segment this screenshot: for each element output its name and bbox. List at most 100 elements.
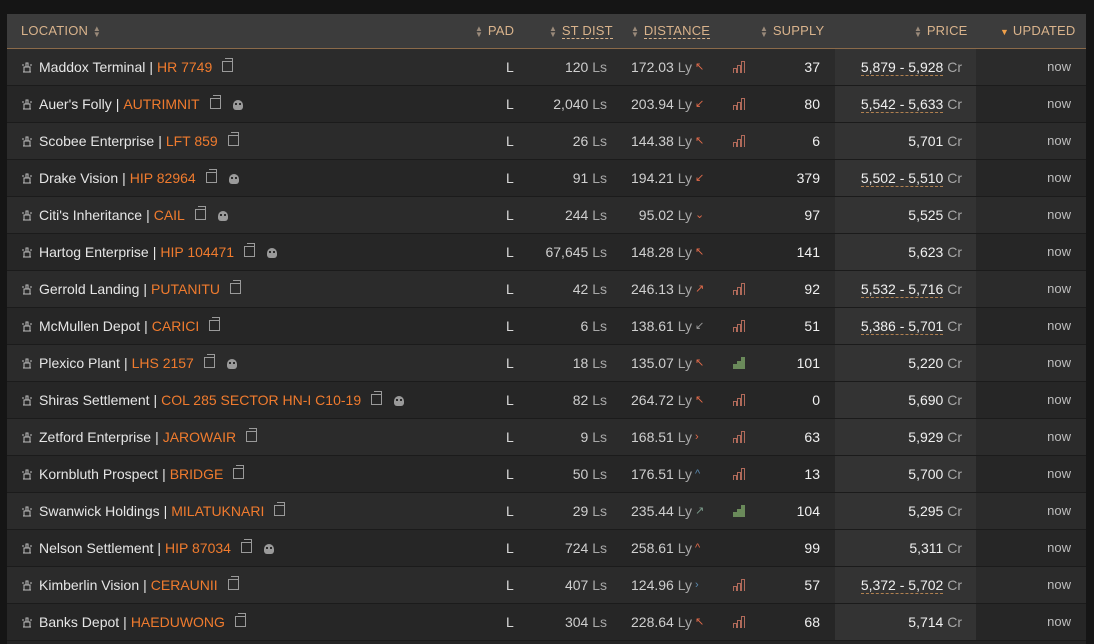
system-name-link[interactable]: LHS 2157 [132,355,194,371]
system-name-link[interactable]: CARICI [152,318,199,334]
col-header-price[interactable]: ▲ ▼ PRICE [913,14,968,48]
table-row[interactable]: Zetford Enterprise | JAROWAIR L 9 Ls 168.5… [7,419,1086,456]
table-row[interactable]: Banks Depot | HAEDUWONG L 304 Ls 228.64 Ly… [7,604,1086,641]
station-name-link[interactable]: Zetford Enterprise [39,429,151,445]
table-row[interactable]: Kornbluth Prospect | BRIDGE L 50 Ls 176.51… [7,456,1086,493]
station-name-link[interactable]: Drake Vision [39,170,118,186]
station-name-link[interactable]: Auer's Folly [39,96,112,112]
st-dist-value: 91 [572,170,589,186]
station-name-link[interactable]: Nelson Settlement [39,540,153,556]
copy-icon[interactable] [240,539,252,553]
system-name-link[interactable]: JAROWAIR [163,429,236,445]
col-header-updated[interactable]: ▼ UPDATED [1000,14,1075,48]
station-name-link[interactable]: Banks Depot [39,614,119,630]
system-name-link[interactable]: CAIL [154,207,185,223]
station-name-link[interactable]: Swanwick Holdings [39,503,160,519]
unit-ly: Ly [677,207,692,223]
system-name-link[interactable]: HAEDUWONG [131,614,225,630]
system-name-link[interactable]: CERAUNII [151,577,218,593]
copy-icon[interactable] [209,317,221,331]
sort-desc-icon: ▼ [1000,27,1010,37]
system-name-link[interactable]: COL 285 SECTOR HN-I C10-19 [161,392,361,408]
station-name-link[interactable]: Citi's Inheritance [39,207,142,223]
price-cell: 5,311 Cr [835,530,976,566]
system-name-link[interactable]: MILATUKNARI [171,503,264,519]
copy-icon[interactable] [244,243,256,257]
demand-bar-icon [733,604,745,640]
copy-icon[interactable] [203,354,215,368]
table-row[interactable]: Kimberlin Vision | CERAUNII L 407 Ls 124.9… [7,567,1086,604]
copy-icon[interactable] [227,132,239,146]
col-header-pad[interactable]: ▲ ▼ PAD [474,14,514,48]
copy-icon[interactable] [194,206,206,220]
copy-icon[interactable] [209,95,221,109]
table-row[interactable]: Nelson Settlement | HIP 87034 L 724 Ls 258… [7,530,1086,567]
station-name-link[interactable]: Hartog Enterprise [39,244,149,260]
separator: | [149,59,153,75]
location-cell: Gerrold Landing | PUTANITU [21,271,242,307]
table-row[interactable]: Drake Vision | HIP 82964 L 91 Ls 194.21 Ly… [7,160,1086,197]
direction-arrow-icon: ↖ [695,616,705,628]
system-name-link[interactable]: HIP 82964 [130,170,196,186]
separator: | [152,244,157,260]
system-name-link[interactable]: LFT 859 [166,133,218,149]
col-header-supply[interactable]: ▲ ▼ SUPPLY [759,14,824,48]
updated-value: now [1047,577,1071,592]
table-row[interactable]: Auer's Folly | AUTRIMNIT L 2,040 Ls 203.94… [7,86,1086,123]
copy-icon[interactable] [234,613,246,627]
col-header-st-dist[interactable]: ▲ ▼ ST DIST [548,14,613,48]
system-name-link[interactable]: PUTANITU [151,281,220,297]
system-name-link[interactable]: HIP 87034 [165,540,231,556]
table-row[interactable]: Scobee Enterprise | LFT 859 L 26 Ls 144.38… [7,123,1086,160]
location-cell: Banks Depot | HAEDUWONG [21,604,246,640]
col-header-distance[interactable]: ▲ ▼ DISTANCE [630,14,711,48]
copy-icon[interactable] [227,576,239,590]
copy-icon[interactable] [371,391,383,405]
table-row[interactable]: Maddox Terminal | HR 7749 L 120 Ls 172.03 … [7,49,1086,86]
copy-icon[interactable] [233,465,245,479]
table-row[interactable]: Shiras Settlement | COL 285 SECTOR HN-I C1… [7,382,1086,419]
station-icon [22,99,32,110]
station-icon [22,580,32,591]
supply-value: 104 [796,503,820,519]
station-icon [22,617,32,628]
station-name-link[interactable]: Plexico Plant [39,355,120,371]
supply-value: 57 [804,577,820,593]
station-name-link[interactable]: Gerrold Landing [39,281,139,297]
system-name-link[interactable]: BRIDGE [170,466,224,482]
table-row[interactable]: Gerrold Landing | PUTANITU L 42 Ls 246.13 … [7,271,1086,308]
distance-value: 258.61 [631,540,674,556]
supply-value: 101 [796,355,820,371]
system-name-link[interactable]: HR 7749 [157,59,212,75]
copy-icon[interactable] [205,169,217,183]
copy-icon[interactable] [230,280,242,294]
station-name-link[interactable]: Scobee Enterprise [39,133,154,149]
separator: | [158,133,162,149]
copy-icon[interactable] [222,58,234,72]
station-name-link[interactable]: Maddox Terminal [39,59,145,75]
table-row[interactable]: Hartog Enterprise | HIP 104471 L 67,645 Ls… [7,234,1086,271]
table-row[interactable]: Plexico Plant | LHS 2157 L 18 Ls 135.07 Ly… [7,345,1086,382]
unit-ly: Ly [677,429,692,445]
col-header-location[interactable]: LOCATION ▲ ▼ [21,14,102,48]
unit-ly: Ly [677,503,692,519]
table-row[interactable]: Swanwick Holdings | MILATUKNARI L 29 Ls 23… [7,493,1086,530]
system-name-link[interactable]: HIP 104471 [160,244,234,260]
station-name-link[interactable]: Shiras Settlement [39,392,150,408]
skull-icon [226,359,237,369]
price-cell: 5,295 Cr [835,493,976,529]
copy-icon[interactable] [274,502,286,516]
st-dist-value: 50 [572,466,589,482]
station-name-link[interactable]: Kimberlin Vision [39,577,139,593]
copy-icon[interactable] [246,428,258,442]
updated-value: now [1047,59,1071,74]
table-row[interactable]: Citi's Inheritance | CAIL L 244 Ls 95.02 L… [7,197,1086,234]
price-value: 5,220 [908,355,944,371]
price-value: 5,532 - 5,716 [860,281,944,298]
station-name-link[interactable]: McMullen Depot [39,318,140,334]
system-name-link[interactable]: AUTRIMNIT [123,96,199,112]
price-cell: 5,532 - 5,716 Cr [835,271,976,307]
distance: 148.28 Ly [589,234,692,270]
station-name-link[interactable]: Kornbluth Prospect [39,466,158,482]
table-row[interactable]: McMullen Depot | CARICI L 6 Ls 138.61 Ly ↙… [7,308,1086,345]
